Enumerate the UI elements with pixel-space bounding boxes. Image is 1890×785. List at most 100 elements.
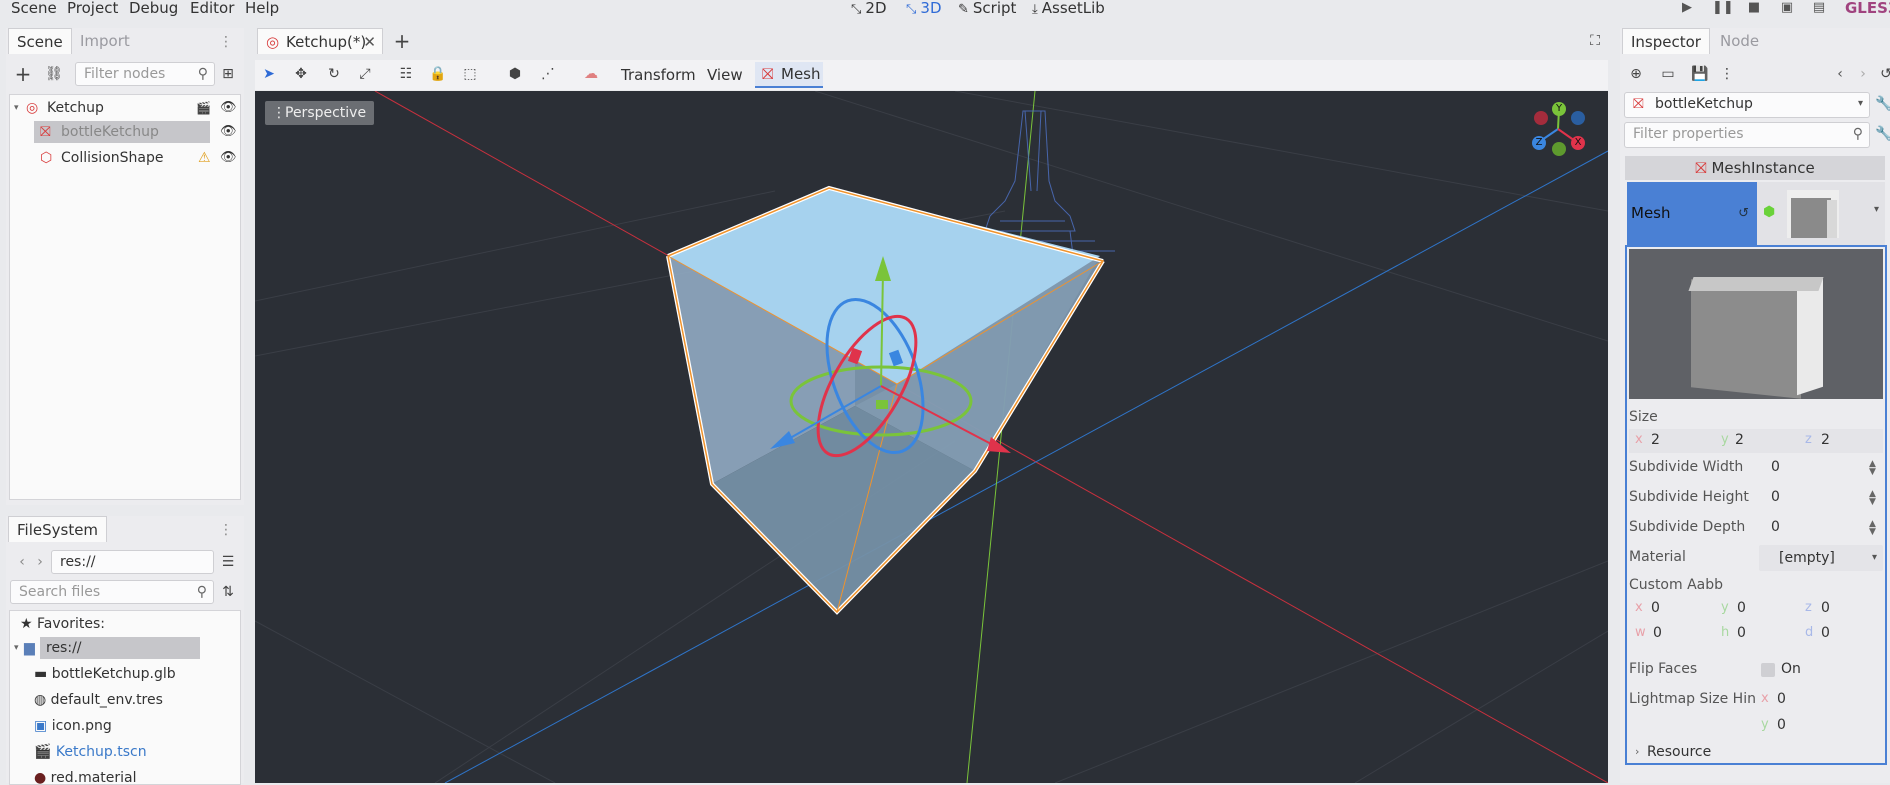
orientation-gizmo[interactable]: Y Z X	[1531, 102, 1597, 162]
spinner-icon[interactable]: ▲ ▼	[1869, 520, 1876, 537]
sort-icon[interactable]: ⇅	[218, 582, 238, 602]
open-resource-icon[interactable]: ▭	[1658, 64, 1678, 84]
transform-menu[interactable]: Transform	[621, 66, 696, 84]
search-files-input[interactable]: Search files ⚲	[10, 580, 214, 604]
add-node-icon[interactable]: +	[13, 64, 33, 84]
menu-debug[interactable]: Debug	[129, 0, 178, 18]
aabb-x-field[interactable]: 0	[1651, 600, 1660, 616]
tab-inspector[interactable]: Inspector	[1622, 28, 1710, 54]
dock-menu-icon[interactable]: ⋮	[216, 520, 236, 540]
filter-properties-input[interactable]: Filter properties ⚲	[1624, 122, 1870, 148]
distraction-free-icon[interactable]: ⛶	[1585, 31, 1605, 51]
spinner-icon[interactable]: ▲ ▼	[1869, 460, 1876, 477]
new-scene-tab-icon[interactable]: +	[392, 31, 412, 51]
flip-faces-checkbox[interactable]	[1761, 663, 1775, 677]
mesh-resource-picker[interactable]: ⬢ ▾	[1757, 182, 1885, 245]
subdivide-width-field[interactable]: 0	[1771, 459, 1780, 475]
back-icon[interactable]: ‹	[12, 552, 32, 572]
z-axis-icon[interactable]: Z	[1532, 136, 1546, 150]
save-resource-icon[interactable]: 💾	[1690, 64, 1710, 84]
scene-tab-ketchup[interactable]: ◎ Ketchup(*) ✕	[257, 28, 383, 54]
filter-nodes-input[interactable]: Filter nodes ⚲	[75, 62, 215, 86]
perspective-menu[interactable]: ⋮ Perspective	[265, 101, 375, 125]
history-back-icon[interactable]: ‹	[1830, 64, 1850, 84]
tab-filesystem[interactable]: FileSystem	[8, 516, 108, 542]
workspace-2d-button[interactable]: ⤡ 2D	[851, 0, 887, 18]
x-axis-icon[interactable]: X	[1571, 136, 1585, 150]
lock-icon[interactable]: 🔒	[428, 64, 448, 84]
aabb-h-field[interactable]: 0	[1737, 625, 1746, 641]
mesh-property-label[interactable]: Mesh ↺	[1627, 182, 1757, 245]
menu-help[interactable]: Help	[245, 0, 279, 18]
play-scene-icon[interactable]: ▣	[1778, 0, 1796, 16]
tab-import[interactable]: Import	[72, 28, 138, 54]
play-icon[interactable]: ▶	[1678, 0, 1696, 16]
res-root-row[interactable]: ▾ ▆ res://	[10, 637, 240, 659]
file-row[interactable]: ▣ icon.png	[34, 715, 112, 737]
workspace-assetlib-button[interactable]: ⤓ AssetLib	[1032, 0, 1105, 18]
object-properties-icon[interactable]: 🔧	[1874, 94, 1890, 114]
warning-icon[interactable]: ⚠	[198, 147, 211, 169]
subdivide-depth-field[interactable]: 0	[1771, 519, 1780, 535]
rotate-tool-icon[interactable]: ↻	[324, 64, 344, 84]
scale-tool-icon[interactable]: ⤢	[355, 64, 375, 84]
tab-node[interactable]: Node	[1712, 28, 1767, 54]
workspace-script-button[interactable]: ✎ Script	[958, 0, 1016, 18]
move-tool-icon[interactable]: ✥	[291, 64, 311, 84]
file-row[interactable]: ▬ bottleKetchup.glb	[34, 663, 176, 685]
create-resource-icon[interactable]: ⊕	[1626, 64, 1646, 84]
collapse-icon[interactable]: ▾	[14, 97, 19, 119]
play-custom-scene-icon[interactable]: ▤	[1810, 0, 1828, 16]
link-icon[interactable]: ⛓	[44, 64, 64, 84]
path-input[interactable]: res://	[51, 550, 214, 574]
lightmap-y-field[interactable]: 0	[1777, 717, 1786, 733]
dock-menu-icon[interactable]: ⋮	[216, 32, 236, 52]
select-tool-icon[interactable]: ➤	[259, 64, 279, 84]
resource-section[interactable]: › Resource	[1629, 741, 1883, 763]
scene-instance-icon[interactable]: 🎬	[196, 97, 211, 119]
tab-scene[interactable]: Scene	[8, 28, 72, 54]
class-header[interactable]: ⛝ MeshInstance	[1625, 156, 1885, 180]
size-x-field[interactable]: 2	[1651, 432, 1660, 448]
tree-node-bottleketchup[interactable]: ⛝ bottleKetchup	[34, 121, 210, 143]
visibility-eye-icon[interactable]: 👁	[220, 121, 237, 143]
close-icon[interactable]: ✕	[363, 29, 376, 55]
revert-icon[interactable]: ↺	[1738, 182, 1749, 245]
file-row[interactable]: ● red.material	[34, 767, 137, 784]
view-menu[interactable]: View	[707, 66, 743, 84]
size-z-field[interactable]: 2	[1821, 432, 1830, 448]
pause-icon[interactable]: ❚❚	[1712, 0, 1734, 16]
instance-scene-icon[interactable]: ⊞	[218, 64, 238, 84]
visibility-eye-icon[interactable]: 👁	[220, 147, 237, 169]
size-y-field[interactable]: 2	[1735, 432, 1744, 448]
mesh-menu[interactable]: ⛝ Mesh	[755, 62, 823, 88]
material-picker[interactable]: [empty] ▾	[1759, 545, 1883, 571]
aabb-y-field[interactable]: 0	[1737, 600, 1746, 616]
lightmap-x-field[interactable]: 0	[1777, 691, 1786, 707]
preview-camera-icon[interactable]: ☁	[581, 64, 601, 84]
history-icon[interactable]: ↺	[1876, 64, 1890, 84]
resource-menu-icon[interactable]: ⋮	[1717, 64, 1737, 84]
workspace-3d-button[interactable]: ⤡ 3D	[906, 0, 942, 18]
spinner-icon[interactable]: ▲ ▼	[1869, 490, 1876, 507]
file-row[interactable]: 🎬 Ketchup.tscn	[34, 741, 147, 763]
split-mode-icon[interactable]: ☰	[218, 552, 238, 572]
stop-icon[interactable]: ■	[1745, 0, 1763, 16]
tree-node-ketchup[interactable]: ▾ ◎ Ketchup 🎬 👁	[10, 97, 240, 119]
forward-icon[interactable]: ›	[30, 552, 50, 572]
local-space-icon[interactable]: ⬢	[505, 64, 525, 84]
property-tools-icon[interactable]: 🔧	[1874, 124, 1890, 144]
group-icon[interactable]: ⬚	[460, 64, 480, 84]
snap-icon[interactable]: ⋰	[538, 64, 558, 84]
tree-node-collisionshape[interactable]: ⬡ CollisionShape ⚠ 👁	[34, 147, 240, 169]
aabb-d-field[interactable]: 0	[1821, 625, 1830, 641]
visibility-eye-icon[interactable]: 👁	[220, 97, 237, 119]
node-selector[interactable]: ⛝ bottleKetchup ▾	[1624, 92, 1870, 118]
renderer-label[interactable]: GLES3	[1845, 0, 1890, 18]
y-axis-icon[interactable]: Y	[1552, 102, 1566, 116]
collapse-icon[interactable]: ▾	[14, 637, 19, 659]
3d-viewport[interactable]: ⋮ Perspective Y Z X	[255, 91, 1608, 783]
subdivide-height-field[interactable]: 0	[1771, 489, 1780, 505]
aabb-w-field[interactable]: 0	[1653, 625, 1662, 641]
favorites-row[interactable]: ★ Favorites:	[20, 613, 105, 635]
